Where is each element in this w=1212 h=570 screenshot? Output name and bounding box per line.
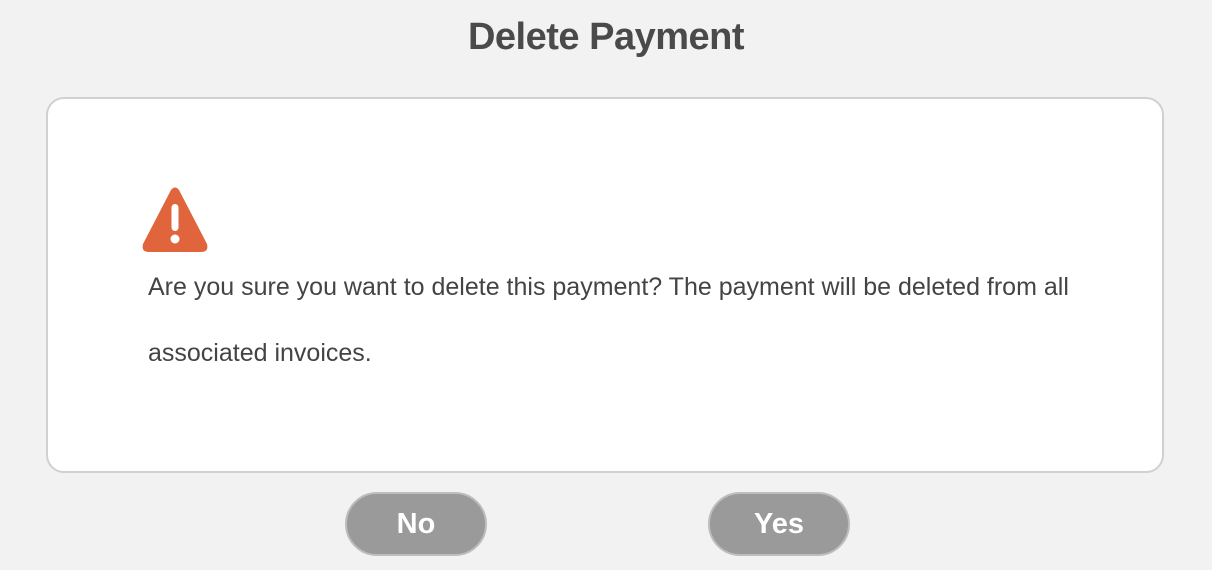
message-panel: Are you sure you want to delete this pay… (46, 97, 1164, 473)
yes-button[interactable]: Yes (708, 492, 850, 556)
confirmation-message: Are you sure you want to delete this pay… (148, 273, 1069, 367)
no-button[interactable]: No (345, 492, 487, 556)
delete-payment-dialog: Delete Payment Are you sure you want to … (0, 0, 1212, 570)
dialog-title: Delete Payment (467, 16, 745, 58)
warning-triangle-icon (141, 186, 209, 254)
